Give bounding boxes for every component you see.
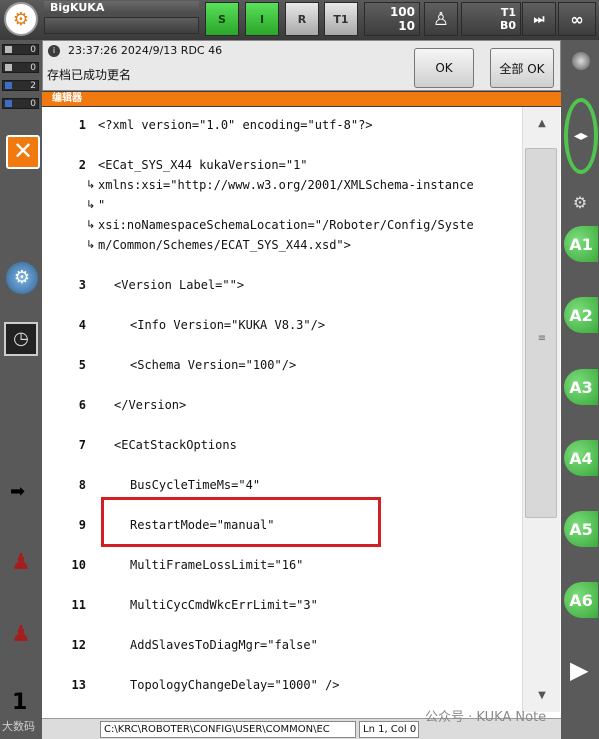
override-button[interactable]: 100 10 bbox=[364, 2, 420, 36]
line-number: 10 bbox=[71, 558, 86, 572]
info-message-counter[interactable]: 0 bbox=[2, 98, 39, 109]
timer-clock-icon[interactable]: ◷ bbox=[4, 322, 38, 356]
tool-base-button[interactable]: T1 B0 bbox=[461, 2, 521, 36]
jog-arc-control[interactable]: ◂▸ bbox=[564, 98, 598, 174]
user-figure-icon[interactable]: ♟ bbox=[11, 622, 31, 648]
walking-figure-icon[interactable]: ♙ bbox=[424, 2, 458, 36]
highlight-box bbox=[101, 497, 381, 547]
axis-a5-button[interactable]: A5 bbox=[564, 511, 598, 547]
line-number: 11 bbox=[71, 598, 86, 612]
editor-title: 编辑器 bbox=[42, 92, 561, 106]
code-line-wrap: xmlns:xsi="http://www.w3.org/2001/XMLSch… bbox=[98, 178, 474, 192]
acknowledge-message-counter[interactable]: 0 bbox=[2, 62, 39, 73]
line-number: 1 bbox=[78, 118, 86, 132]
jog-override-value: 10 bbox=[398, 19, 415, 33]
submit-interpreter-button[interactable]: S bbox=[205, 2, 239, 36]
scroll-down-icon[interactable]: ▼ bbox=[534, 690, 550, 704]
code-line: </Version> bbox=[114, 398, 187, 412]
code-line: BusCycleTimeMs="4" bbox=[130, 478, 261, 492]
incremental-mode-button[interactable]: ∞ bbox=[558, 2, 596, 36]
line-number: 5 bbox=[78, 358, 86, 372]
run-arrow-icon: ➡ bbox=[10, 481, 26, 502]
scroll-grip-icon: ≡ bbox=[537, 333, 547, 344]
close-editor-button[interactable]: ✕ bbox=[6, 135, 40, 169]
scroll-up-icon[interactable]: ▲ bbox=[534, 118, 550, 132]
pointer-count-label: 1 bbox=[12, 690, 28, 715]
status-message-counter[interactable]: 2 bbox=[2, 80, 39, 91]
axis-a1-button[interactable]: A1 bbox=[564, 226, 598, 262]
line-number: 13 bbox=[71, 678, 86, 692]
code-line: <?xml version="1.0" encoding="utf-8"?> bbox=[98, 118, 373, 132]
line-number: 9 bbox=[78, 518, 86, 532]
code-line: MultiCycCmdWkcErrLimit="3" bbox=[130, 598, 318, 612]
kuka-robot-logo-icon[interactable]: ⚙ bbox=[4, 2, 38, 36]
wrap-arrow-icon: ↳ bbox=[86, 218, 96, 231]
all-ok-button[interactable]: 全部 OK bbox=[490, 48, 554, 88]
operating-mode-button[interactable]: T1 bbox=[324, 2, 358, 36]
wrap-arrow-icon: ↳ bbox=[86, 198, 96, 211]
program-override-value: 100 bbox=[389, 5, 415, 19]
message-header: 23:37:26 2024/9/13 RDC 46 bbox=[68, 44, 223, 57]
wrap-arrow-icon: ↳ bbox=[86, 178, 96, 191]
line-number: 7 bbox=[78, 438, 86, 452]
code-line: <Version Label=""> bbox=[114, 278, 245, 292]
code-line: <Info Version="KUKA V8.3"/> bbox=[130, 318, 326, 332]
axis-a2-button[interactable]: A2 bbox=[564, 297, 598, 333]
watermark-left-text: 大数码 bbox=[2, 720, 35, 733]
drives-on-button[interactable]: I bbox=[245, 2, 279, 36]
status-icon bbox=[5, 82, 12, 89]
tool-value: T1 bbox=[500, 6, 516, 19]
file-path-field: C:\KRC\ROBOTER\CONFIG\USER\COMMON\EC bbox=[100, 721, 356, 738]
code-line: TopologyChangeDelay="1000" /> bbox=[130, 678, 340, 692]
code-line-wrap: m/Common/Schemes/ECAT_SYS_X44.xsd"> bbox=[98, 238, 351, 252]
code-line: MultiFrameLossLimit="16" bbox=[130, 558, 304, 572]
wrap-arrow-icon: ↳ bbox=[86, 238, 96, 251]
robot-name-label: BigKUKA bbox=[44, 1, 199, 14]
line-number: 12 bbox=[71, 638, 86, 652]
code-line-wrap: " bbox=[98, 198, 106, 212]
axis-a4-button[interactable]: A4 bbox=[564, 440, 598, 476]
cursor-position-field: Ln 1, Col 0 bbox=[359, 721, 419, 738]
ok-button[interactable]: OK bbox=[414, 48, 474, 88]
robot-interpreter-button[interactable]: R bbox=[285, 2, 319, 36]
message-text: 存档已成功更名 bbox=[47, 68, 132, 82]
play-icon[interactable]: ▶ bbox=[570, 656, 594, 684]
error-message-counter[interactable]: 0 bbox=[2, 44, 39, 55]
code-line: <ECatStackOptions bbox=[114, 438, 237, 452]
acknowledge-icon bbox=[5, 64, 12, 71]
settings-gear-icon[interactable]: ⚙ bbox=[6, 262, 38, 294]
error-icon bbox=[5, 46, 12, 53]
axis-a3-button[interactable]: A3 bbox=[564, 369, 598, 405]
line-number: 6 bbox=[78, 398, 86, 412]
base-value: B0 bbox=[499, 19, 516, 32]
code-view[interactable]: 1 <?xml version="1.0" encoding="utf-8"?>… bbox=[46, 107, 521, 712]
code-line: AddSlavesToDiagMgr="false" bbox=[130, 638, 318, 652]
globe-icon[interactable] bbox=[572, 52, 590, 70]
line-number: 3 bbox=[78, 278, 86, 292]
info-message-icon: i bbox=[48, 45, 60, 57]
info-icon bbox=[5, 100, 12, 107]
robot-arm-icon[interactable]: ⚙ bbox=[568, 193, 592, 213]
code-line-wrap: xsi:noNamespaceSchemaLocation="/Roboter/… bbox=[98, 218, 474, 232]
watermark-text: 公众号 · KUKA Note bbox=[425, 710, 547, 725]
code-line: <Schema Version="100"/> bbox=[130, 358, 297, 372]
code-line: <ECat_SYS_X44 kukaVersion="1" bbox=[98, 158, 308, 172]
line-number: 8 bbox=[78, 478, 86, 492]
user-figure-icon[interactable]: ♟ bbox=[11, 550, 31, 576]
run-mode-icon[interactable]: ⏭ bbox=[522, 2, 556, 36]
line-number: 2 bbox=[78, 158, 86, 172]
program-status-bar[interactable] bbox=[44, 17, 199, 34]
line-number: 4 bbox=[78, 318, 86, 332]
axis-a6-button[interactable]: A6 bbox=[564, 582, 598, 618]
